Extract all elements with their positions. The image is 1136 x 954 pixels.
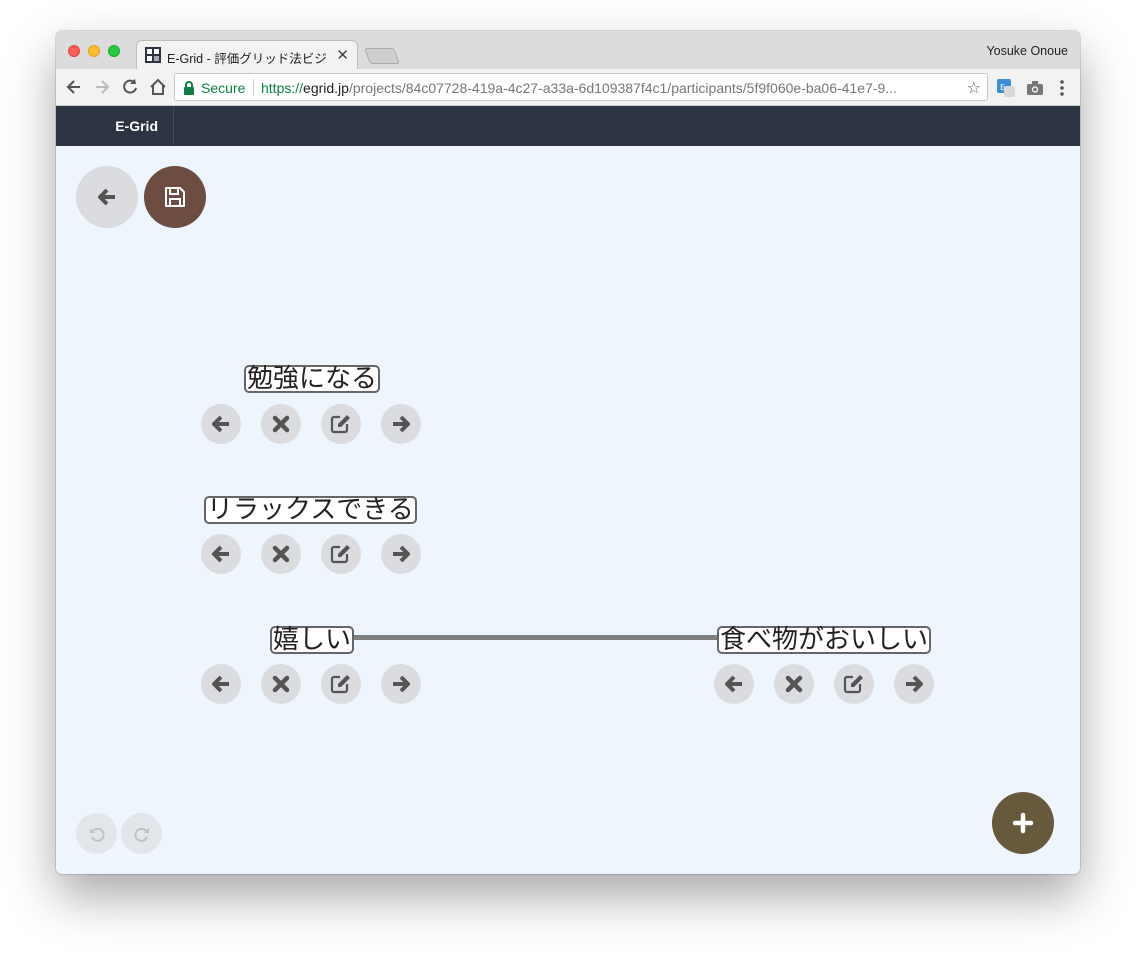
minimize-window-button[interactable] <box>88 45 100 57</box>
node-edit-button[interactable] <box>834 664 874 704</box>
edit-icon <box>330 675 350 694</box>
add-node-button[interactable] <box>992 792 1054 854</box>
forward-arrow-icon[interactable] <box>92 77 112 97</box>
times-icon <box>785 675 803 693</box>
tab-close-icon[interactable]: ✕ <box>336 46 349 64</box>
address-separator <box>253 79 254 96</box>
secure-label: Secure <box>201 80 246 96</box>
times-icon <box>272 675 290 693</box>
times-icon <box>272 415 290 433</box>
times-icon <box>272 545 290 563</box>
edit-icon <box>843 675 863 694</box>
edit-icon <box>330 545 350 564</box>
menu-dots-icon[interactable] <box>1056 78 1068 98</box>
url-host: egrid.jp <box>303 80 349 96</box>
arrow-right-icon <box>393 545 410 563</box>
node-remove-button[interactable] <box>261 664 301 704</box>
browser-toolbar: Secure https://egrid.jp/projects/84c0772… <box>56 69 1080 106</box>
arrow-left-icon <box>212 675 229 693</box>
arrow-right-icon <box>393 415 410 433</box>
svg-text:E: E <box>1000 83 1005 92</box>
node-label[interactable]: 嬉しい <box>270 626 355 654</box>
app-navbar: E-Grid <box>56 106 1080 146</box>
extension-icon[interactable]: E <box>996 78 1016 98</box>
tab-bar: E-Grid - 評価グリッド法ビジュ ✕ Yosuke Onoue <box>56 31 1080 69</box>
brand-link[interactable]: E-Grid <box>56 106 174 146</box>
node-remove-button[interactable] <box>261 404 301 444</box>
node-move-right-button[interactable] <box>894 664 934 704</box>
node-move-left-button[interactable] <box>201 534 241 574</box>
node-remove-button[interactable] <box>261 534 301 574</box>
node-edit-button[interactable] <box>321 664 361 704</box>
grid-canvas[interactable]: 勉強になる リラックスできる 嬉しい 食べ物がおいしい <box>56 146 1080 874</box>
node-move-left-button[interactable] <box>201 404 241 444</box>
url-path: /projects/84c07728-419a-4c27-a33a-6d1093… <box>348 80 897 96</box>
back-arrow-icon[interactable] <box>64 77 84 97</box>
node-edit-button[interactable] <box>321 404 361 444</box>
arrow-left-icon <box>98 188 115 206</box>
node-move-left-button[interactable] <box>714 664 754 704</box>
node-edit-button[interactable] <box>321 534 361 574</box>
lock-icon <box>184 81 194 95</box>
floppy-disk-icon <box>165 187 185 207</box>
node-move-left-button[interactable] <box>201 664 241 704</box>
browser-tab[interactable]: E-Grid - 評価グリッド法ビジュ ✕ <box>136 40 358 69</box>
back-button[interactable] <box>76 166 138 228</box>
egrid-favicon-icon <box>145 47 161 63</box>
arrow-right-icon <box>906 675 923 693</box>
save-button[interactable] <box>144 166 206 228</box>
browser-window: E-Grid - 評価グリッド法ビジュ ✕ Yosuke Onoue Secur… <box>56 31 1080 874</box>
node-label[interactable]: 勉強になる <box>244 365 381 393</box>
node-link-line[interactable] <box>352 635 720 640</box>
plus-icon <box>1012 812 1034 834</box>
undo-button[interactable] <box>76 813 117 854</box>
node-move-right-button[interactable] <box>381 534 421 574</box>
profile-name[interactable]: Yosuke Onoue <box>986 44 1068 58</box>
arrow-left-icon <box>725 675 742 693</box>
home-icon[interactable] <box>148 77 168 97</box>
url-scheme: https:// <box>261 80 304 96</box>
node-move-right-button[interactable] <box>381 664 421 704</box>
arrow-left-icon <box>212 545 229 563</box>
edit-icon <box>330 415 350 434</box>
reload-icon[interactable] <box>120 77 140 97</box>
undo-icon <box>89 827 105 842</box>
redo-button[interactable] <box>121 813 162 854</box>
close-window-button[interactable] <box>68 45 80 57</box>
node-remove-button[interactable] <box>774 664 814 704</box>
node-move-right-button[interactable] <box>381 404 421 444</box>
new-tab-button[interactable] <box>364 48 400 64</box>
camera-icon[interactable] <box>1026 79 1044 97</box>
arrow-left-icon <box>212 415 229 433</box>
redo-icon <box>133 827 149 842</box>
maximize-window-button[interactable] <box>108 45 120 57</box>
tab-title: E-Grid - 評価グリッド法ビジュ <box>167 52 327 66</box>
bookmark-star-icon[interactable]: ☆ <box>967 78 981 98</box>
node-label[interactable]: 食べ物がおいしい <box>717 626 932 654</box>
node-label[interactable]: リラックスできる <box>204 496 417 524</box>
arrow-right-icon <box>393 675 410 693</box>
address-bar[interactable]: Secure https://egrid.jp/projects/84c0772… <box>174 73 988 101</box>
url-text[interactable]: https://egrid.jp/projects/84c07728-419a-… <box>261 80 951 96</box>
